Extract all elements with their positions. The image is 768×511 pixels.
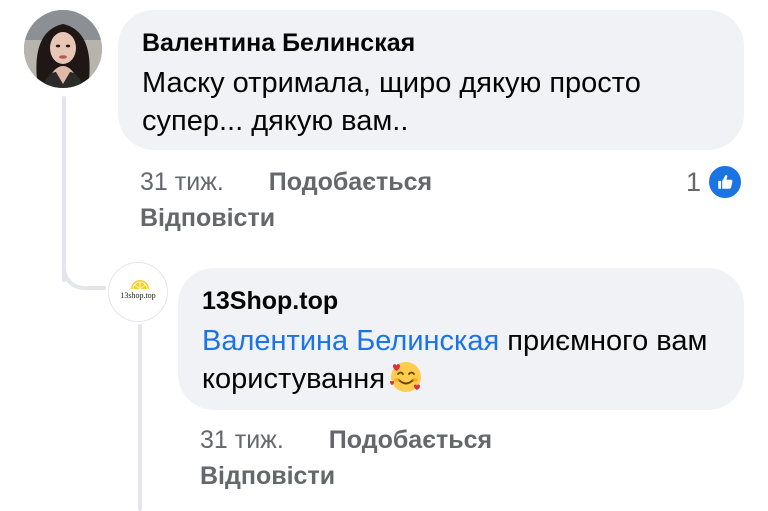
comment-actions: 31 тиж. Подобається Відповісти [140,164,740,236]
reaction-count: 1 [686,166,702,197]
comment-thread: Валентина Белинская Маску отримала, щиро… [0,0,768,511]
reply-actions: 31 тиж. Подобається Відповісти [200,422,740,494]
reply-text: Валентина Белинская приємного вам корист… [202,322,720,398]
comment-author[interactable]: Валентина Белинская [142,28,720,58]
like-button[interactable]: Подобається [269,168,432,196]
comment-text: Маску отримала, щиро дякую просто супер.… [142,67,641,137]
comment-timestamp[interactable]: 31 тиж. [140,168,224,196]
smiling-face-with-hearts-icon [389,360,423,394]
avatar-13shop[interactable]: 13shop.top [108,262,168,322]
reply-like-button[interactable]: Подобається [329,426,492,454]
shop-logo-text: 13shop.top [120,291,155,300]
comment-bubble: Валентина Белинская Маску отримала, щиро… [118,10,744,150]
reply-button[interactable]: Відповісти [140,200,740,236]
avatar-valentina[interactable] [24,10,102,88]
reply-timestamp[interactable]: 31 тиж. [200,426,284,454]
shop-logo-icon: 13shop.top [109,263,167,321]
reaction-summary[interactable]: 1 [686,164,744,200]
reply-mention[interactable]: Валентина Белинская [202,325,499,357]
profile-photo [24,10,102,88]
like-icon [707,164,744,200]
thread-connector-curve [62,250,106,290]
reply-author[interactable]: 13Shop.top [202,286,720,316]
reply-bubble: 13Shop.top Валентина Белинская приємного… [178,268,744,410]
reply-reply-button[interactable]: Відповісти [200,458,740,494]
reply-connector-line [138,324,142,511]
